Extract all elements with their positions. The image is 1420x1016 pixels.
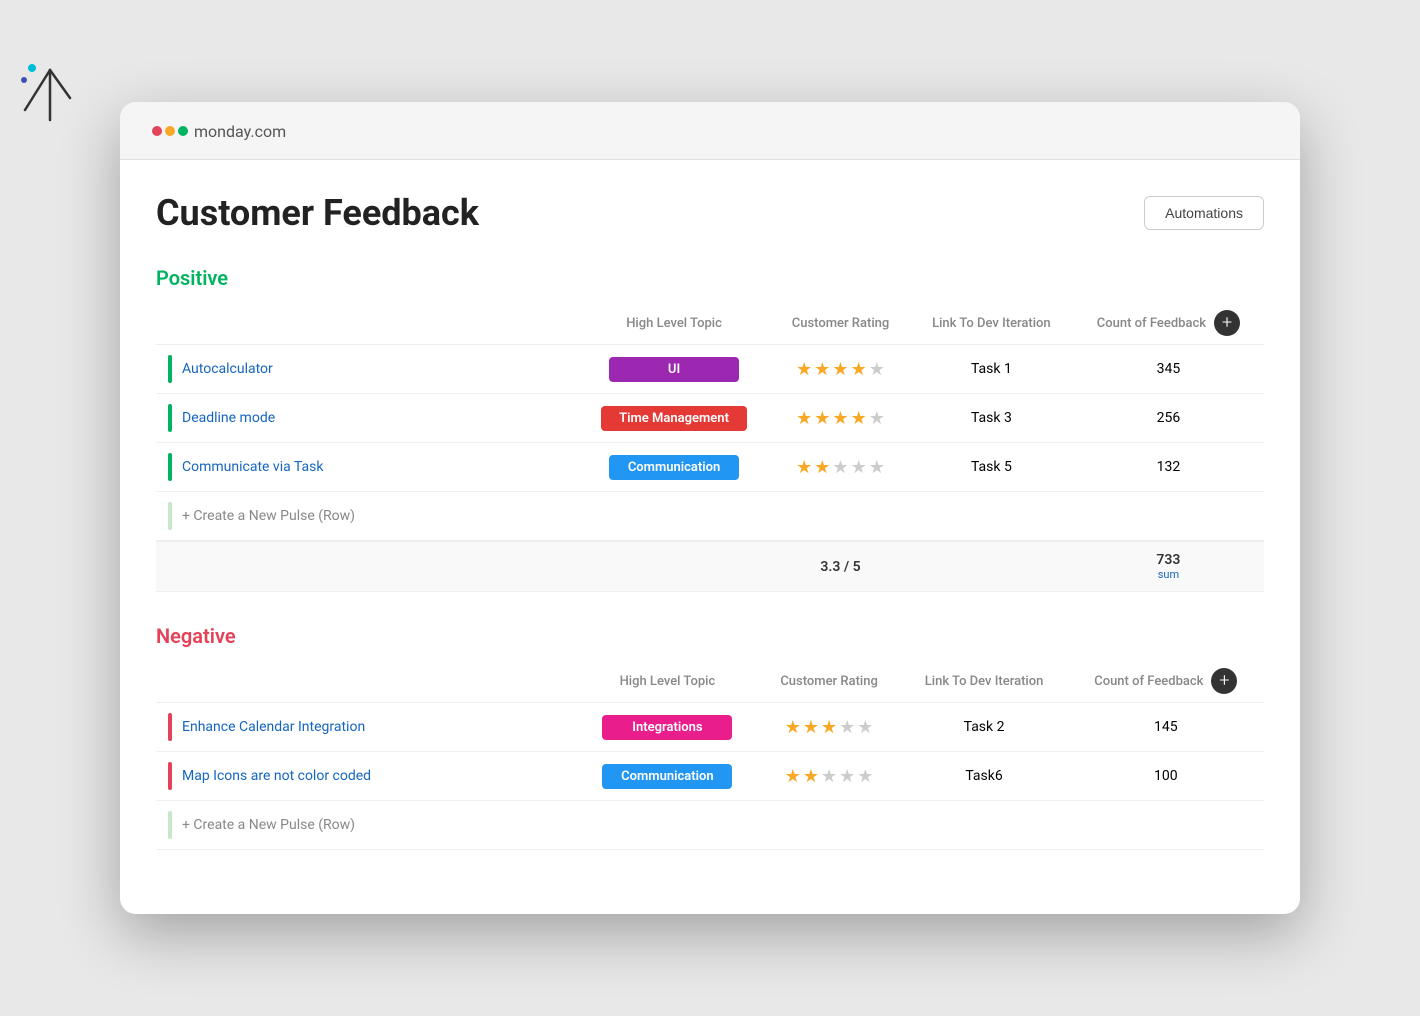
row-indicator-bar [168,713,172,741]
create-new-label[interactable]: + Create a New Pulse (Row) [156,801,1264,850]
row-indicator-bar [168,355,172,383]
topic-pill: Time Management [601,406,747,431]
row-name-cell: Communicate via Task [156,443,577,492]
row-name-cell: Enhance Calendar Integration [156,703,577,752]
automations-button[interactable]: Automations [1144,196,1264,230]
row-name-label[interactable]: Communicate via Task [182,459,323,475]
col-name-positive [156,302,577,345]
create-new-row[interactable]: + Create a New Pulse (Row) [156,492,1264,542]
col-rating-negative: Customer Rating [758,660,901,703]
col-name-negative [156,660,577,703]
row-rating-cell: ★★★★★ [758,703,901,752]
positive-table-header: High Level Topic Customer Rating Link To… [156,302,1264,345]
row-count-cell: 256 [1073,394,1264,443]
row-rating-cell: ★★★★★ [771,443,910,492]
col-topic-positive: High Level Topic [577,302,771,345]
logo-icon [152,126,188,136]
row-name-cell: Map Icons are not color coded [156,752,577,801]
row-name-label[interactable]: Enhance Calendar Integration [182,719,365,735]
create-new-row[interactable]: + Create a New Pulse (Row) [156,801,1264,850]
logo-dot-green [178,126,188,136]
table-row: Map Icons are not color coded Communicat… [156,752,1264,801]
positive-section-title: Positive [156,266,1264,290]
row-rating-cell: ★★★★★ [771,394,910,443]
positive-section: Positive High Level Topic Customer Ratin… [156,266,1264,592]
row-indicator-bar [168,453,172,481]
row-name-label[interactable]: Map Icons are not color coded [182,768,371,784]
header-bar: monday.com [120,102,1300,160]
col-topic-negative: High Level Topic [577,660,758,703]
row-link-cell[interactable]: Task 1 [910,345,1073,394]
col-link-negative: Link To Dev Iteration [900,660,1067,703]
logo: monday.com [152,118,286,143]
row-topic-cell: UI [577,345,771,394]
summary-rating: 3.3 / 5 [771,541,910,592]
table-row: Communicate via Task Communication ★★★★★… [156,443,1264,492]
topic-pill: Communication [609,455,739,480]
add-column-positive-button[interactable]: + [1214,310,1240,336]
row-count-cell: 345 [1073,345,1264,394]
create-indicator-bar [168,811,172,839]
positive-table: High Level Topic Customer Rating Link To… [156,302,1264,592]
topic-pill: UI [609,357,739,382]
logo-text: monday.com [194,118,286,143]
col-count-positive: Count of Feedback + [1073,302,1264,345]
topic-pill: Communication [602,764,732,789]
row-topic-cell: Time Management [577,394,771,443]
create-new-label[interactable]: + Create a New Pulse (Row) [156,492,1264,542]
col-link-positive: Link To Dev Iteration [910,302,1073,345]
negative-table: High Level Topic Customer Rating Link To… [156,660,1264,850]
logo-dot-red [152,126,162,136]
table-row: Deadline mode Time Management ★★★★★ Task… [156,394,1264,443]
row-count-cell: 132 [1073,443,1264,492]
col-count-negative: Count of Feedback + [1068,660,1264,703]
add-column-negative-button[interactable]: + [1211,668,1237,694]
row-link-cell[interactable]: Task 2 [900,703,1067,752]
row-topic-cell: Integrations [577,703,758,752]
negative-section: Negative High Level Topic Customer Ratin… [156,624,1264,850]
row-rating-cell: ★★★★★ [771,345,910,394]
main-content: Customer Feedback Automations Positive H… [120,160,1300,914]
row-indicator-bar [168,404,172,432]
row-name-cell: Deadline mode [156,394,577,443]
row-link-cell[interactable]: Task6 [900,752,1067,801]
cursor-decoration [20,60,80,134]
row-topic-cell: Communication [577,443,771,492]
sum-label: sum [1085,568,1252,581]
row-topic-cell: Communication [577,752,758,801]
row-name-cell: Autocalculator [156,345,577,394]
row-link-cell[interactable]: Task 5 [910,443,1073,492]
table-row: Autocalculator UI ★★★★★ Task 1 345 [156,345,1264,394]
logo-dot-yellow [165,126,175,136]
negative-table-header: High Level Topic Customer Rating Link To… [156,660,1264,703]
row-name-label[interactable]: Autocalculator [182,361,273,377]
row-indicator-bar [168,762,172,790]
summary-row: 3.3 / 5 733 sum [156,541,1264,592]
col-rating-positive: Customer Rating [771,302,910,345]
row-name-label[interactable]: Deadline mode [182,410,275,426]
topic-pill: Integrations [602,715,732,740]
page-title: Customer Feedback [156,192,479,234]
row-count-cell: 145 [1068,703,1264,752]
negative-section-title: Negative [156,624,1264,648]
page-title-row: Customer Feedback Automations [156,192,1264,234]
table-row: Enhance Calendar Integration Integration… [156,703,1264,752]
row-count-cell: 100 [1068,752,1264,801]
summary-count: 733 sum [1073,541,1264,592]
create-indicator-bar [168,502,172,530]
main-card: monday.com Customer Feedback Automations… [120,102,1300,914]
row-link-cell[interactable]: Task 3 [910,394,1073,443]
row-rating-cell: ★★★★★ [758,752,901,801]
